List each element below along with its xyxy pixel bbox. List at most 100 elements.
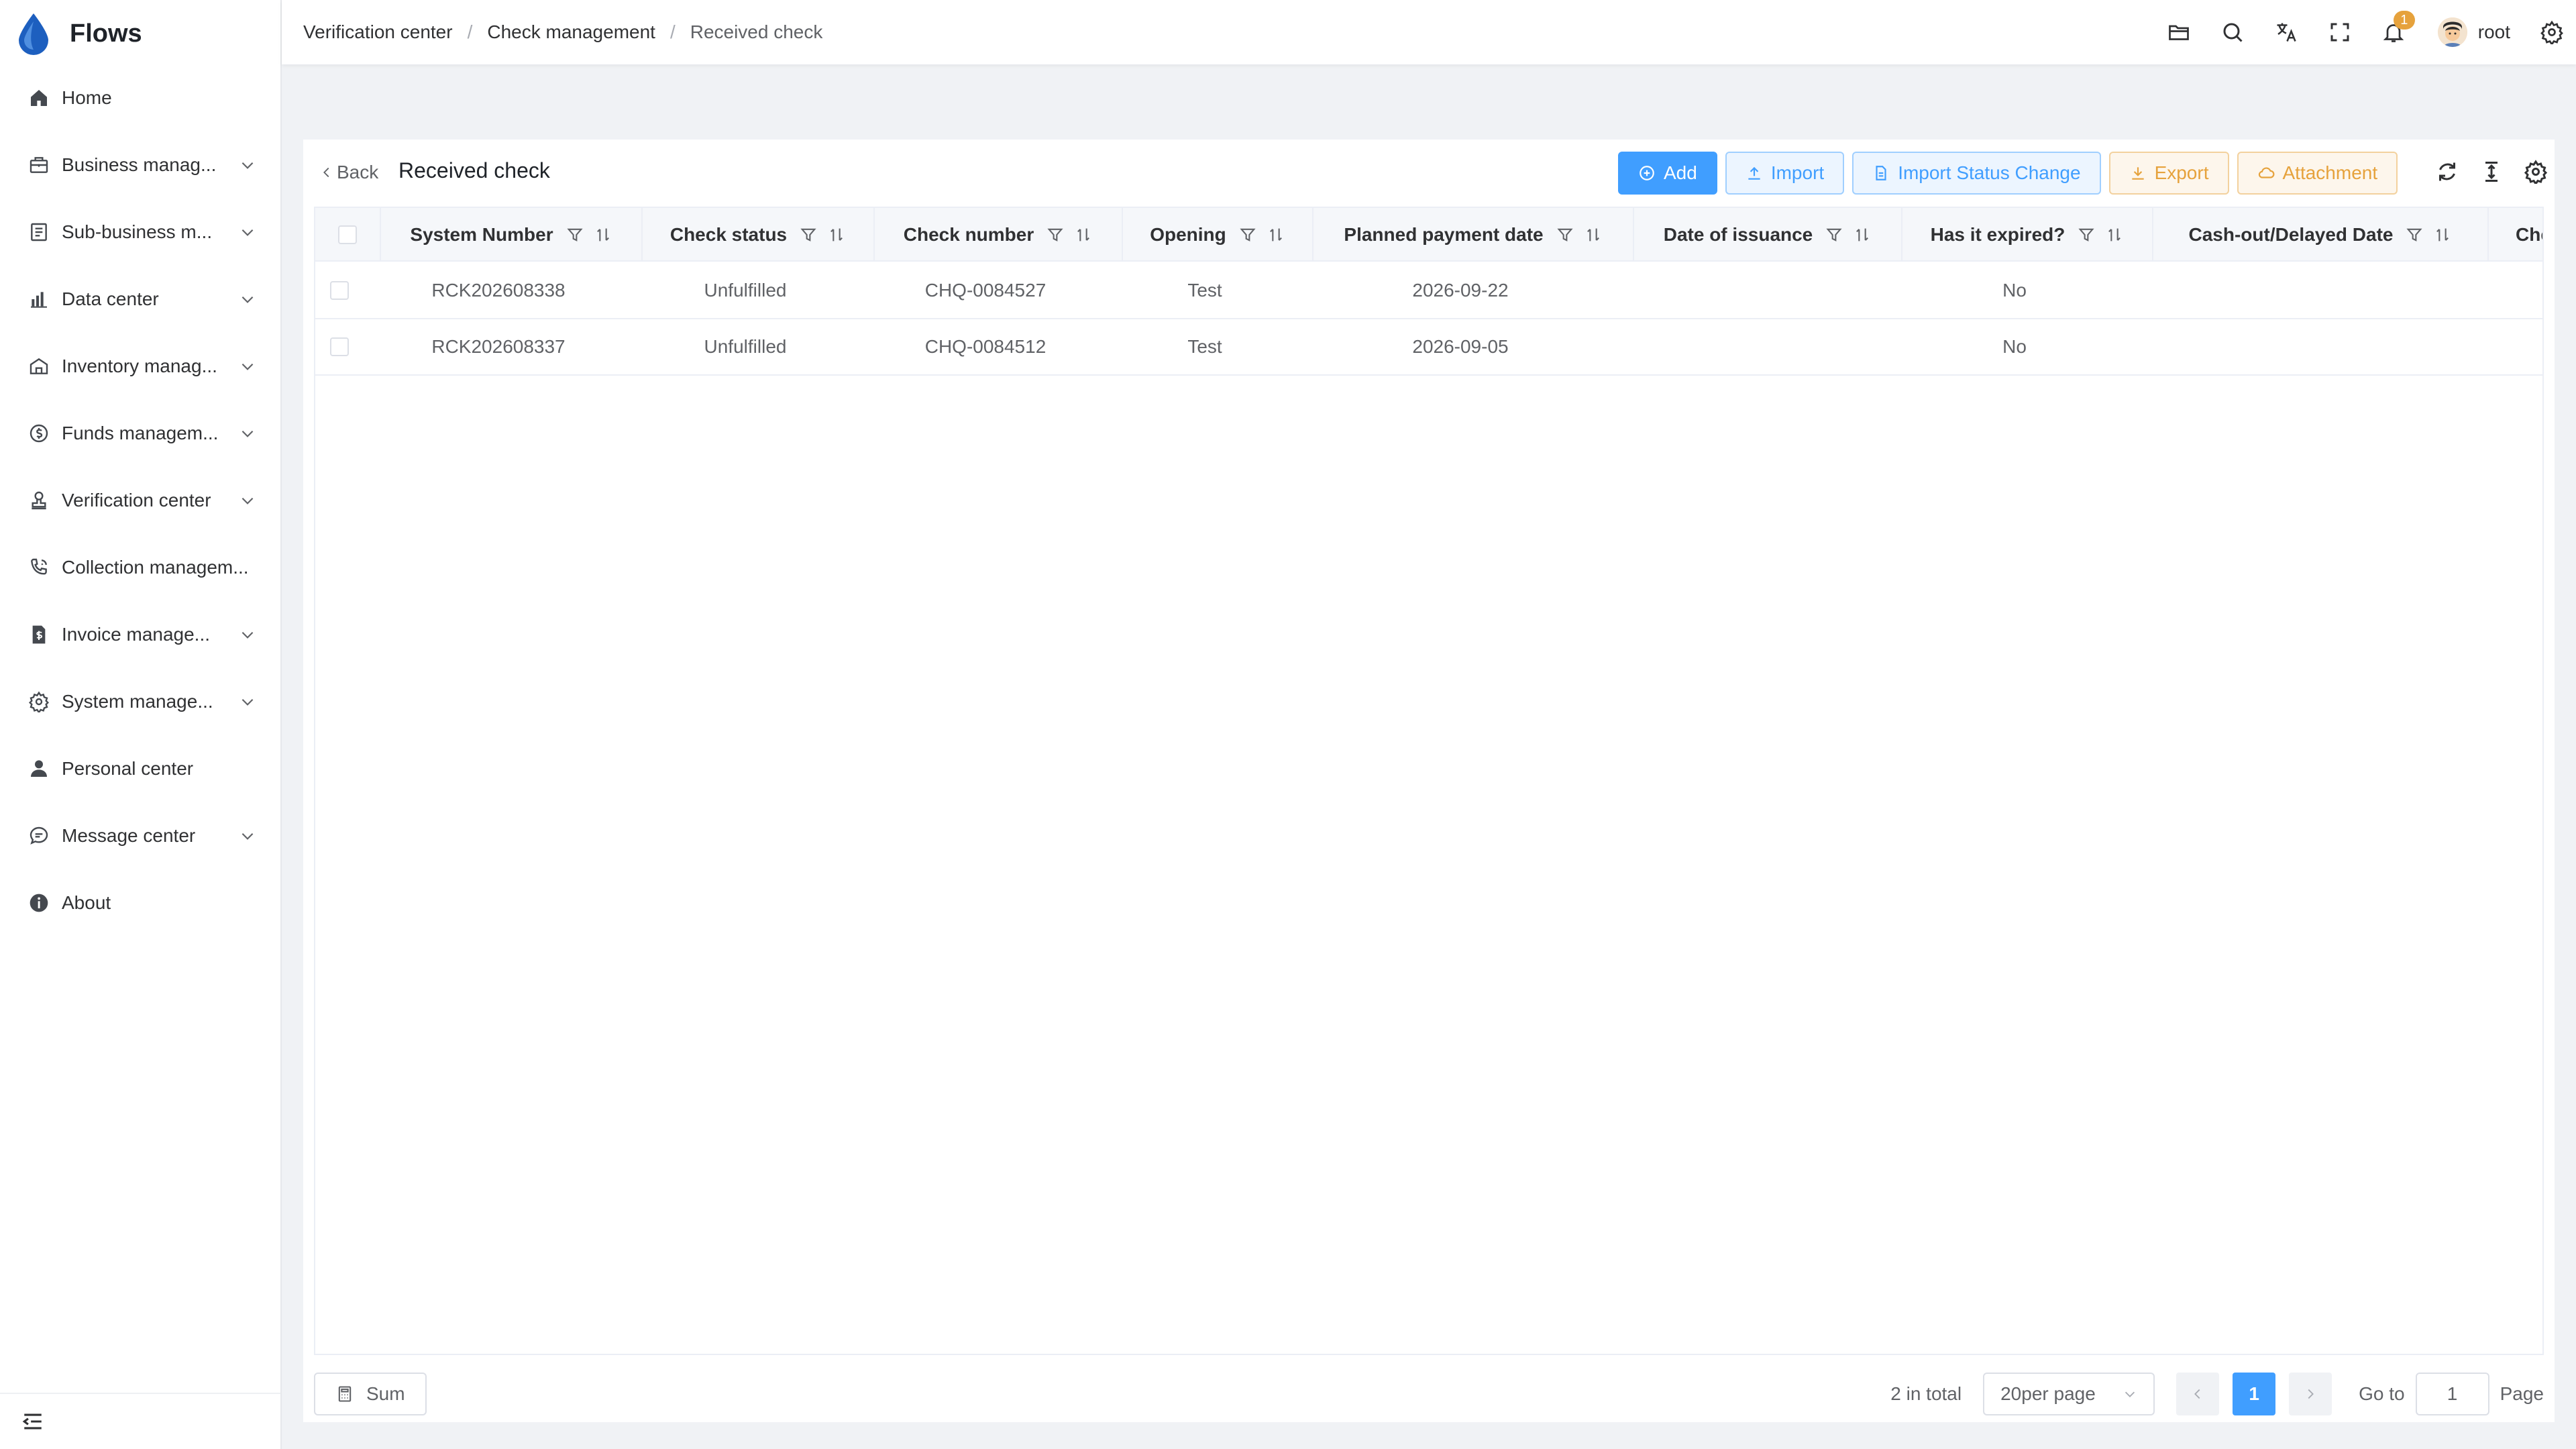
page-size-select[interactable]: 20per page (1983, 1373, 2155, 1415)
column-header-has-expired[interactable]: Has it expired? (1902, 208, 2153, 262)
sidebar-item-message-center[interactable]: Message center (0, 802, 280, 869)
sort-icon[interactable] (1267, 225, 1285, 244)
sidebar-item-business-management[interactable]: Business manag... (0, 131, 280, 199)
invoice-icon (32, 625, 46, 644)
column-header-system-number[interactable]: System Number (381, 208, 643, 262)
attachment-button[interactable]: Attachment (2237, 152, 2398, 195)
notification-badge: 1 (2393, 11, 2415, 30)
chevron-down-icon (241, 162, 254, 169)
sidebar-item-label: Business manag... (62, 154, 217, 175)
filter-icon[interactable] (2405, 225, 2424, 244)
folder-button[interactable] (2167, 20, 2191, 44)
filter-icon[interactable] (1825, 225, 1843, 244)
sort-icon[interactable] (1074, 225, 1093, 244)
page-toolbar: Back Received check Add Import Import St… (303, 140, 2555, 204)
column-header-label: Cash-out/Delayed Date (2188, 224, 2394, 245)
column-header-check-number[interactable]: Check number (875, 208, 1123, 262)
sidebar-item-inventory[interactable]: Inventory manag... (0, 333, 280, 400)
breadcrumb-item[interactable]: Check management (487, 21, 655, 43)
cell-date-of-issuance (1634, 263, 1902, 318)
plus-circle-icon (1640, 166, 1654, 180)
language-button[interactable] (2274, 20, 2298, 44)
filter-icon[interactable] (799, 225, 818, 244)
sort-icon[interactable] (1853, 225, 1872, 244)
select-all-checkbox[interactable] (338, 225, 357, 244)
cell-date-of-issuance (1634, 319, 1902, 374)
prev-page-button[interactable] (2176, 1373, 2220, 1415)
column-header-label: Planned payment date (1344, 224, 1544, 245)
chevron-down-icon (241, 229, 254, 236)
user-menu[interactable]: root (2437, 17, 2510, 47)
sidebar-item-home[interactable]: Home (0, 64, 280, 131)
import-button[interactable]: Import (1725, 152, 1845, 195)
sidebar-item-data-center[interactable]: Data center (0, 266, 280, 333)
page-number-button[interactable]: 1 (2233, 1373, 2276, 1415)
filter-icon[interactable] (1556, 225, 1574, 244)
collapse-menu-icon[interactable] (21, 1410, 44, 1433)
sidebar-item-system[interactable]: System manage... (0, 668, 280, 735)
sidebar-item-label: Home (62, 87, 112, 108)
column-header-label: Check status (669, 224, 788, 245)
sidebar-collapse-area (0, 1393, 280, 1449)
row-height-icon[interactable] (2479, 160, 2504, 184)
header-tools: 1 root (2137, 0, 2564, 64)
column-settings-icon[interactable] (2524, 160, 2548, 184)
sidebar-item-funds[interactable]: Funds managem... (0, 400, 280, 467)
search-button[interactable] (2220, 20, 2245, 44)
sidebar-item-sub-business[interactable]: Sub-business m... (0, 199, 280, 266)
cell-opening: Test (1187, 336, 1222, 357)
sidebar-item-invoice[interactable]: Invoice manage... (0, 601, 280, 668)
refresh-icon[interactable] (2435, 160, 2459, 184)
column-header-opening[interactable]: Opening (1123, 208, 1313, 262)
filter-icon[interactable] (1046, 225, 1065, 244)
upload-icon (1748, 166, 1760, 180)
column-header-date-of-issuance[interactable]: Date of issuance (1634, 208, 1902, 262)
cell-system-number: RCK202608338 (431, 280, 566, 301)
row-checkbox[interactable] (330, 337, 349, 356)
sort-icon[interactable] (827, 225, 846, 244)
sidebar-item-about[interactable]: About (0, 869, 280, 936)
logo[interactable]: Flows (16, 12, 142, 55)
chevron-down-icon (241, 296, 254, 303)
table-row[interactable]: RCK202608337 Unfulfilled CHQ-0084512 Tes… (315, 319, 2542, 376)
column-header-label: Date of issuance (1663, 224, 1813, 245)
goto-page-input[interactable] (2415, 1373, 2489, 1415)
settings-button[interactable] (2540, 20, 2564, 44)
add-button[interactable]: Add (1618, 152, 1717, 195)
import-status-change-button[interactable]: Import Status Change (1852, 152, 2101, 195)
sum-button[interactable]: Sum (314, 1373, 427, 1415)
filter-icon[interactable] (566, 225, 584, 244)
export-button[interactable]: Export (2108, 152, 2229, 195)
column-header-truncated[interactable]: Che (2489, 208, 2542, 262)
action-buttons: Add Import Import Status Change Export A… (1618, 152, 2398, 195)
row-checkbox[interactable] (330, 281, 349, 300)
stamp-icon (32, 491, 46, 510)
filter-icon[interactable] (2077, 225, 2096, 244)
home-icon (31, 90, 47, 106)
sort-icon[interactable] (2433, 225, 2452, 244)
sidebar-item-collection[interactable]: Collection managem... (0, 534, 280, 601)
column-header-check-status[interactable]: Check status (643, 208, 875, 262)
column-header-label: Opening (1150, 224, 1226, 245)
table-row[interactable]: RCK202608338 Unfulfilled CHQ-0084527 Tes… (315, 263, 2542, 319)
back-label: Back (337, 162, 379, 182)
sidebar-item-label: Sub-business m... (62, 221, 213, 242)
sidebar-item-personal-center[interactable]: Personal center (0, 735, 280, 802)
total-count: 2 in total (1890, 1383, 1962, 1404)
column-header-cashout-date[interactable]: Cash-out/Delayed Date (2153, 208, 2489, 262)
back-button[interactable]: Back (319, 160, 378, 185)
sort-icon[interactable] (2105, 225, 2124, 244)
sort-icon[interactable] (594, 225, 612, 244)
notifications-button[interactable]: 1 (2381, 11, 2415, 44)
sort-icon[interactable] (1584, 225, 1603, 244)
column-header-planned-payment-date[interactable]: Planned payment date (1313, 208, 1634, 262)
next-page-button[interactable] (2289, 1373, 2332, 1415)
sum-button-label: Sum (366, 1383, 405, 1404)
chevron-left-icon (2194, 1389, 2200, 1399)
sidebar-item-label: About (62, 892, 111, 913)
sidebar-item-verification-center[interactable]: Verification center (0, 467, 280, 534)
fullscreen-button[interactable] (2328, 20, 2352, 44)
info-icon (30, 894, 48, 912)
breadcrumb-item[interactable]: Verification center (303, 21, 453, 43)
filter-icon[interactable] (1238, 225, 1257, 244)
